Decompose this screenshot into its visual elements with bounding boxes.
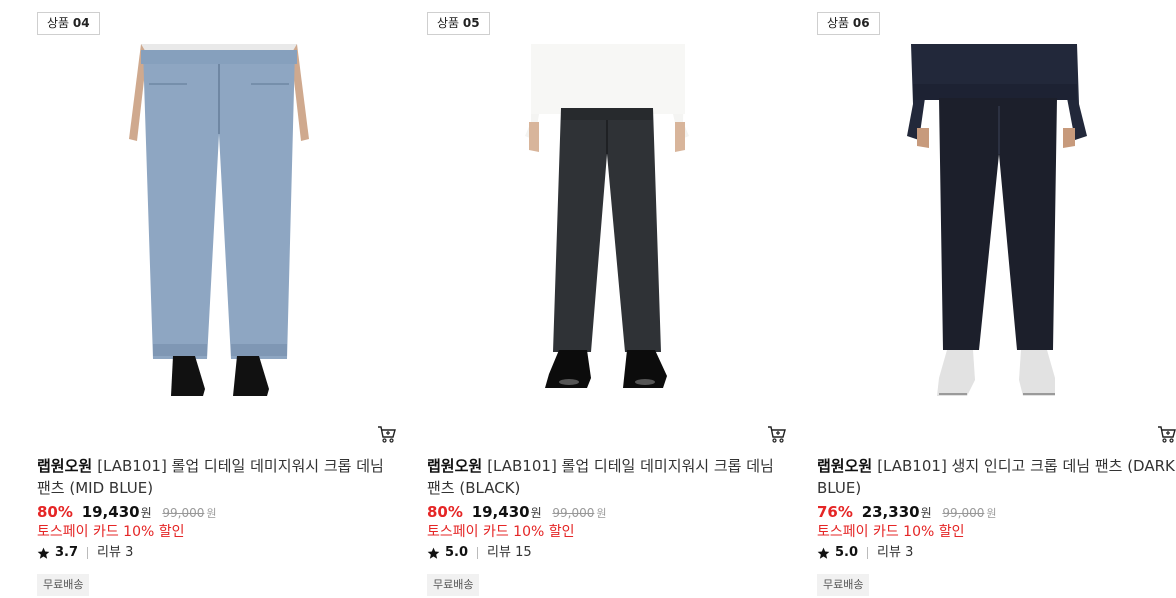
badge-prefix: 상품 — [47, 16, 70, 30]
product-card[interactable]: 상품 06 랩원오원 [LAB101] 생지 인디고 크롭 데님 팬츠 (DAR… — [817, 0, 1176, 598]
currency-unit: 원 — [920, 506, 932, 520]
sale-price: 19,430 — [81, 503, 140, 521]
product-title[interactable]: 랩원오원 [LAB101] 롤업 디테일 데미지워시 크롭 데님 팬츠 (BLAC… — [427, 455, 787, 499]
product-grid: 상품 04 랩원오원 [LAB101] 롤업 디테일 데미지워시 크롭 데님 팬… — [0, 0, 1176, 598]
badge-number: 06 — [852, 16, 870, 30]
free-shipping-tag: 무료배송 — [427, 574, 480, 596]
cart-icon[interactable] — [1157, 425, 1176, 443]
card-promo: 토스페이 카드 10% 할인 — [37, 524, 185, 540]
free-shipping-tag: 무료배송 — [37, 574, 90, 596]
product-badge: 상품 06 — [817, 12, 880, 35]
star-icon — [37, 547, 50, 559]
badge-prefix: 상품 — [827, 16, 850, 30]
card-promo: 토스페이 카드 10% 할인 — [817, 524, 965, 540]
sale-price: 23,330 — [861, 503, 920, 521]
discount-rate: 76% — [817, 503, 853, 521]
product-card[interactable]: 상품 05 랩원오원 [LAB101] 롤업 디테일 데미지워시 크롭 데님 팬… — [427, 0, 787, 598]
review-count[interactable]: 리뷰 15 — [487, 544, 532, 562]
rating-row: 3.7 리뷰 3 — [37, 544, 133, 562]
star-icon — [427, 547, 440, 559]
currency-unit: 원 — [530, 506, 542, 520]
original-price: 99,000 — [552, 506, 595, 520]
rating-score: 5.0 — [835, 545, 859, 560]
cart-icon[interactable] — [767, 425, 787, 443]
product-card[interactable]: 상품 04 랩원오원 [LAB101] 롤업 디테일 데미지워시 크롭 데님 팬… — [37, 0, 397, 598]
rating-row: 5.0 리뷰 15 — [427, 544, 532, 562]
divider — [87, 547, 89, 559]
divider — [477, 547, 479, 559]
review-count[interactable]: 리뷰 3 — [877, 544, 913, 562]
review-count[interactable]: 리뷰 3 — [97, 544, 133, 562]
rating-score: 3.7 — [55, 545, 79, 560]
discount-rate: 80% — [37, 503, 73, 521]
rating-row: 5.0 리뷰 3 — [817, 544, 913, 562]
product-title[interactable]: 랩원오원 [LAB101] 롤업 디테일 데미지워시 크롭 데님 팬츠 (MID … — [37, 455, 397, 499]
original-price: 99,000 — [942, 506, 985, 520]
discount-rate: 80% — [427, 503, 463, 521]
brand-name[interactable]: 랩원오원 — [37, 457, 92, 475]
badge-prefix: 상품 — [437, 16, 460, 30]
sale-price: 19,430 — [471, 503, 530, 521]
badge-number: 04 — [72, 16, 90, 30]
product-image[interactable] — [37, 44, 397, 404]
cart-icon[interactable] — [377, 425, 397, 443]
currency-unit: 원 — [140, 506, 152, 520]
product-title[interactable]: 랩원오원 [LAB101] 생지 인디고 크롭 데님 팬츠 (DARK BLUE) — [817, 455, 1176, 499]
star-icon — [817, 547, 830, 559]
original-currency-unit: 원 — [206, 507, 217, 520]
product-image[interactable] — [427, 44, 787, 404]
divider — [867, 547, 869, 559]
product-image[interactable] — [817, 44, 1176, 404]
badge-number: 05 — [462, 16, 480, 30]
brand-name[interactable]: 랩원오원 — [817, 457, 872, 475]
original-currency-unit: 원 — [986, 507, 997, 520]
product-badge: 상품 04 — [37, 12, 100, 35]
original-currency-unit: 원 — [596, 507, 607, 520]
original-price: 99,000 — [162, 506, 205, 520]
free-shipping-tag: 무료배송 — [817, 574, 870, 596]
brand-name[interactable]: 랩원오원 — [427, 457, 482, 475]
product-badge: 상품 05 — [427, 12, 490, 35]
card-promo: 토스페이 카드 10% 할인 — [427, 524, 575, 540]
rating-score: 5.0 — [445, 545, 469, 560]
